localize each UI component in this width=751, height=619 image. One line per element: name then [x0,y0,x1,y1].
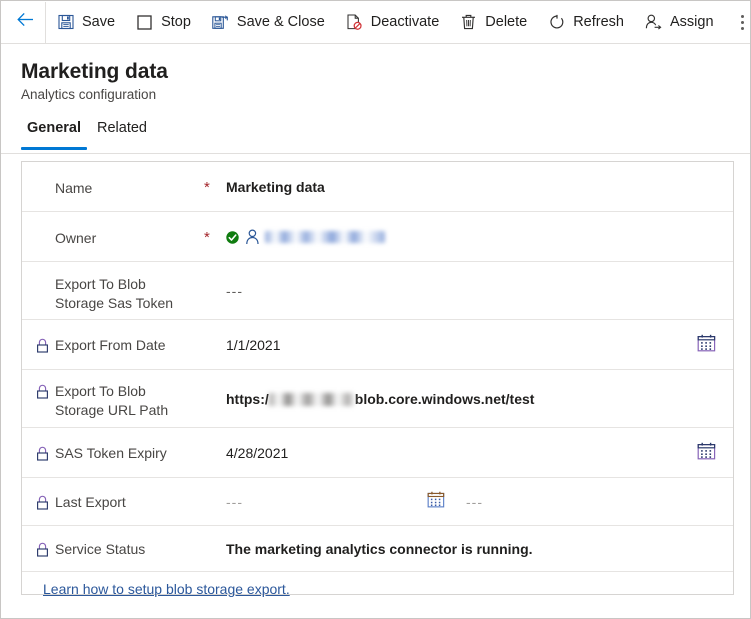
form-row-service-status: Service Status The marketing analytics c… [22,526,733,571]
field-label-owner: Owner [55,230,97,246]
owner-lookup-chip[interactable] [226,229,385,245]
required-marker-owner: * [204,229,210,246]
url-path-suffix: blob.core.windows.net/test [354,391,535,407]
refresh-icon [547,13,566,32]
delete-icon [459,13,478,32]
overflow-menu-button[interactable] [726,2,750,43]
page-subtitle: Analytics configuration [21,87,157,103]
lock-icon [36,493,51,512]
back-button[interactable] [5,2,45,43]
required-marker-service-status-none [204,526,226,528]
form-row-last-export: Last Export --- --- [22,478,733,526]
field-value-url-path[interactable]: https:/ blob.core.windows.net/test [226,370,723,428]
tab-related[interactable]: Related [89,120,155,150]
field-value-sas-token: --- [226,283,243,299]
lock-icon [36,444,51,463]
field-label-url-path-line2: Storage URL Path [55,402,169,418]
required-marker-sas-token-none [204,262,226,264]
field-label-sas-token-line2: Storage Sas Token [55,295,174,311]
field-value-last-export-date: --- [226,494,243,510]
form-row-export-to-blob-storage-url-path: Export To Blob Storage URL Path https:/ b… [22,370,733,428]
last-export-calendar-button[interactable] [422,478,450,526]
command-bar: Save Stop Save & Close Deactivate Delete… [1,1,750,44]
save-icon [56,13,75,32]
save-button-label: Save [82,13,116,30]
field-value-service-status: The marketing analytics connector is run… [226,540,533,557]
back-arrow-icon [16,12,34,32]
url-path-prefix: https:/ [226,391,269,407]
tab-list: General Related [19,120,750,151]
field-value-export-from-date[interactable]: 1/1/2021 [226,320,689,370]
calendar-icon [697,334,716,357]
form-row-owner: Owner * [22,212,733,262]
field-label-last-export: Last Export [55,494,126,510]
overflow-menu-icon [741,14,745,30]
form-row-export-from-date: Export From Date 1/1/2021 [22,320,733,370]
owner-name-redacted [265,231,385,243]
field-value-sas-token-expiry[interactable]: 4/28/2021 [226,428,689,478]
save-and-close-button-label: Save & Close [236,13,325,30]
field-value-name[interactable]: Marketing data [226,162,723,212]
required-marker-url-path-none [204,370,226,372]
learn-blob-storage-export-link[interactable]: Learn how to setup blob storage export. [43,581,290,597]
validated-check-icon [226,230,239,244]
form-row-export-to-blob-storage-sas-token: Export To Blob Storage Sas Token --- [22,262,733,320]
field-value-owner[interactable] [226,212,723,262]
stop-button-label: Stop [161,13,191,30]
refresh-button-label: Refresh [573,13,624,30]
stop-icon [135,13,154,32]
person-icon [245,229,260,245]
record-form-window: Save Stop Save & Close Deactivate Delete… [0,0,751,619]
url-path-redacted [268,392,355,406]
tab-general-label: General [27,120,81,137]
delete-button[interactable]: Delete [449,2,537,43]
form-row-sas-token-expiry: SAS Token Expiry 4/28/2021 [22,428,733,478]
delete-button-label: Delete [485,13,528,30]
assign-button-label: Assign [669,13,714,30]
export-from-date-calendar-button[interactable] [689,320,723,370]
required-marker-export-from-date-none [204,320,226,322]
required-marker-name: * [204,179,210,196]
assign-icon [644,13,663,32]
sas-token-expiry-calendar-button[interactable] [689,428,723,478]
stop-button[interactable]: Stop [125,2,201,43]
lock-icon [36,540,51,559]
assign-button[interactable]: Assign [634,2,724,43]
required-marker-last-export-none [204,478,226,480]
field-label-name: Name [55,180,93,196]
tab-list-divider [1,153,750,154]
field-value-last-export-time: --- [466,494,483,510]
save-and-close-icon [211,13,230,32]
save-and-close-button[interactable]: Save & Close [201,2,335,43]
deactivate-icon [345,13,364,32]
field-label-export-from-date: Export From Date [55,337,166,353]
field-label-sas-token-line1: Export To Blob [55,276,146,292]
required-marker-sas-token-expiry-none [204,428,226,430]
calendar-icon [427,491,445,513]
form-row-name: Name * Marketing data [22,162,733,212]
field-label-sas-token-expiry: SAS Token Expiry [55,445,167,461]
footer-link-area: Learn how to setup blob storage export. [21,581,734,599]
refresh-button[interactable]: Refresh [537,2,634,43]
calendar-icon [697,442,716,465]
save-button[interactable]: Save [46,2,125,43]
lock-icon [36,382,51,401]
tab-related-label: Related [97,120,147,137]
form-panel: Name * Marketing data Owner * Export To … [21,161,734,595]
field-label-service-status: Service Status [55,541,146,557]
lock-icon [36,336,51,355]
page-title: Marketing data [21,60,168,83]
deactivate-button[interactable]: Deactivate [335,2,450,43]
record-header: Marketing data Analytics configuration [1,44,750,102]
deactivate-button-label: Deactivate [370,13,440,30]
tab-general[interactable]: General [19,120,89,151]
field-label-url-path-line1: Export To Blob [55,383,146,399]
